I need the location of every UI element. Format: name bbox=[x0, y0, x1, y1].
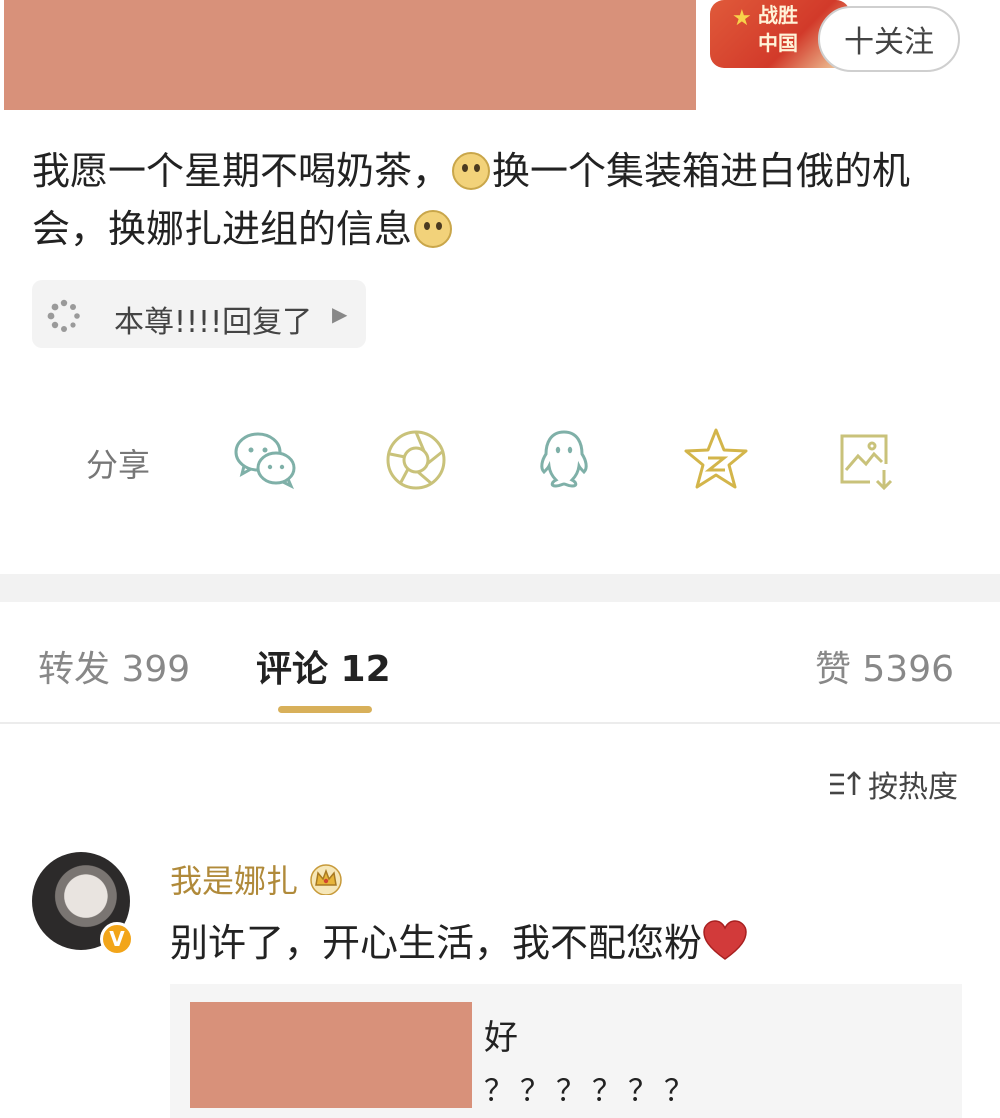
section-divider bbox=[0, 574, 1000, 602]
redacted-username-block bbox=[4, 0, 696, 110]
red-heart-icon bbox=[703, 919, 747, 960]
loading-dots-icon bbox=[47, 299, 80, 332]
sort-icon bbox=[830, 771, 861, 795]
tab-comments[interactable]: 评论 12 bbox=[256, 640, 391, 692]
tab-repost[interactable]: 转发 399 bbox=[38, 640, 190, 692]
crying-emoji-icon bbox=[452, 152, 491, 190]
crown-icon bbox=[310, 864, 342, 895]
pleading-emoji-icon bbox=[414, 210, 453, 248]
moments-icon[interactable] bbox=[380, 424, 452, 496]
sub-reply-line-2: ？？？？？？ bbox=[484, 1074, 700, 1109]
comment-text-body: 别许了，开心生活，我不配您粉 bbox=[170, 921, 703, 965]
wechat-icon[interactable] bbox=[230, 424, 302, 496]
verified-badge-icon: V bbox=[100, 922, 134, 956]
qq-icon[interactable] bbox=[528, 424, 600, 496]
post-text-part1: 我愿一个星期不喝奶茶， bbox=[32, 149, 451, 193]
tab-likes[interactable]: 赞 5396 bbox=[815, 640, 954, 692]
author-replied-label: 本尊!!!!回复了 bbox=[114, 305, 313, 340]
chevron-right-icon: ▶ bbox=[332, 302, 348, 326]
share-label: 分享 bbox=[86, 446, 151, 484]
sort-label: 按热度 bbox=[868, 770, 958, 805]
follow-button[interactable]: 十关注 bbox=[818, 6, 960, 72]
tab-divider bbox=[0, 722, 1000, 724]
sort-by-heat-button[interactable]: 按热度 bbox=[828, 762, 958, 806]
post-text: 我愿一个星期不喝奶茶， 换一个集装箱进白俄的机会，换娜扎进组的信息 bbox=[32, 142, 972, 258]
comment-username[interactable]: 我是娜扎 bbox=[170, 856, 344, 902]
badge-text-line1: 战胜 bbox=[758, 3, 798, 27]
active-tab-indicator bbox=[278, 706, 372, 713]
star-icon: ★ bbox=[732, 6, 752, 31]
comment-username-text: 我是娜扎 bbox=[170, 862, 299, 900]
qzone-icon[interactable] bbox=[680, 424, 752, 496]
sub-reply-line-1: 好 bbox=[484, 1018, 518, 1058]
badge-text-line2: 中国 bbox=[758, 31, 798, 55]
save-image-icon[interactable] bbox=[830, 424, 902, 496]
redacted-reply-block bbox=[190, 1002, 472, 1108]
comment-text: 别许了，开心生活，我不配您粉 bbox=[170, 912, 748, 967]
